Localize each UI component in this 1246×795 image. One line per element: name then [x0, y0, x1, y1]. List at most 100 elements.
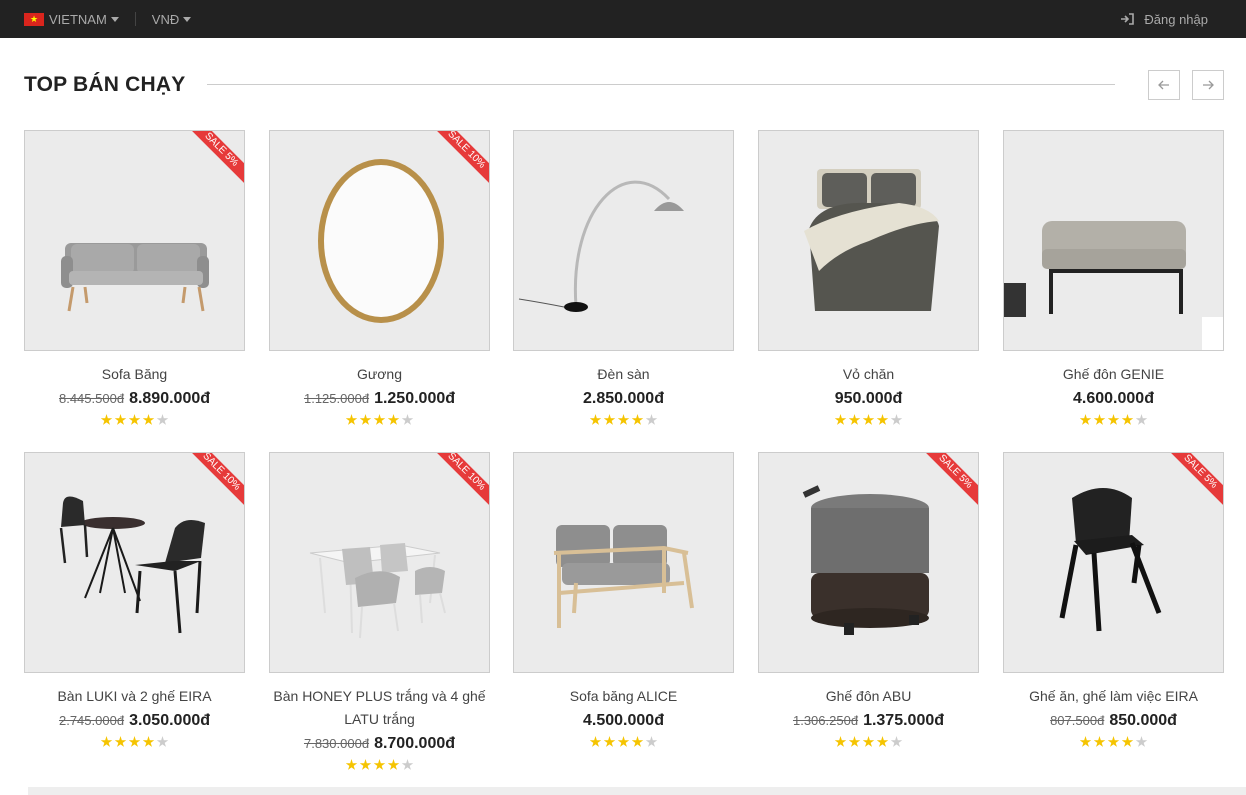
- product-prices: 2.745.000đ 3.050.000đ: [24, 712, 245, 730]
- sale-ribbon: SALE 10%: [429, 453, 489, 513]
- product-name[interactable]: Sofa băng ALICE: [513, 685, 734, 708]
- star-icon: [156, 414, 169, 425]
- sale-ribbon: SALE 5%: [184, 131, 244, 191]
- star-icon: [1079, 414, 1092, 425]
- star-icon: [359, 414, 372, 425]
- product-image[interactable]: [513, 452, 734, 673]
- star-icon: [848, 736, 861, 747]
- product-image[interactable]: SALE 5%: [24, 130, 245, 351]
- product-image[interactable]: [513, 130, 734, 351]
- old-price: 8.445.500đ: [58, 391, 125, 406]
- product-prices: 807.500đ 850.000đ: [1003, 712, 1224, 730]
- caret-down-icon: [110, 16, 119, 22]
- rating-stars: [24, 414, 245, 426]
- product-card[interactable]: SALE 5% Ghế đôn ABU 1.306.250đ 1.375.000đ: [758, 452, 979, 748]
- sale-label: SALE 10%: [429, 453, 489, 509]
- product-image[interactable]: [1003, 130, 1224, 351]
- star-icon: [1121, 736, 1134, 747]
- top-bar: VIETNAM VNĐ Đăng nhập: [0, 0, 1246, 38]
- star-icon: [387, 414, 400, 425]
- star-icon: [617, 414, 630, 425]
- product-name[interactable]: Ghế đôn GENIE: [1003, 363, 1224, 386]
- product-card[interactable]: Sofa băng ALICE 4.500.000đ: [513, 452, 734, 748]
- product-prices: 8.445.500đ 8.890.000đ: [24, 390, 245, 408]
- product-image[interactable]: SALE 10%: [24, 452, 245, 673]
- rating-stars: [269, 759, 490, 771]
- star-icon: [603, 414, 616, 425]
- current-price: 4.600.000đ: [1073, 390, 1154, 407]
- product-name[interactable]: Gương: [269, 363, 490, 386]
- star-icon: [848, 414, 861, 425]
- product-name[interactable]: Ghế ăn, ghế làm việc EIRA: [1003, 685, 1224, 708]
- star-icon: [128, 736, 141, 747]
- product-image[interactable]: SALE 10%: [269, 130, 490, 351]
- sale-label: SALE 5%: [184, 131, 244, 187]
- sign-in-icon: [1121, 13, 1135, 25]
- star-icon: [589, 414, 602, 425]
- currency-selector[interactable]: VNĐ: [152, 12, 192, 27]
- product-name[interactable]: Vỏ chăn: [758, 363, 979, 386]
- star-icon: [373, 759, 386, 770]
- product-name[interactable]: Ghế đôn ABU: [758, 685, 979, 708]
- old-price: 1.125.000đ: [303, 391, 370, 406]
- product-card[interactable]: SALE 10% Bàn HONEY PLUS trắng và 4 ghế LA…: [269, 452, 490, 771]
- product-image[interactable]: SALE 5%: [1003, 452, 1224, 673]
- product-image[interactable]: [758, 130, 979, 351]
- star-icon: [876, 736, 889, 747]
- current-price: 850.000đ: [1109, 712, 1177, 729]
- product-card[interactable]: SALE 5% Ghế ăn, ghế làm việc EIRA 807.500đ…: [1003, 452, 1224, 748]
- star-icon: [128, 414, 141, 425]
- star-icon: [1107, 414, 1120, 425]
- product-name[interactable]: Đèn sàn: [513, 363, 734, 386]
- rating-stars: [1003, 414, 1224, 426]
- sale-label: SALE 10%: [429, 131, 489, 187]
- star-icon: [589, 736, 602, 747]
- star-icon: [890, 414, 903, 425]
- login-label: Đăng nhập: [1144, 11, 1208, 27]
- product-prices: 4.500.000đ: [513, 712, 734, 730]
- carousel-next-button[interactable]: [1192, 70, 1224, 100]
- rating-stars: [758, 414, 979, 426]
- sale-label: SALE 10%: [184, 453, 244, 509]
- star-icon: [345, 759, 358, 770]
- login-link[interactable]: Đăng nhập: [1120, 12, 1208, 27]
- current-price: 4.500.000đ: [583, 712, 664, 729]
- star-icon: [862, 414, 875, 425]
- product-card[interactable]: SALE 5% Sofa Băng 8.445.500đ 8.890.000đ: [24, 130, 245, 426]
- star-icon: [862, 736, 875, 747]
- product-name[interactable]: Bàn LUKI và 2 ghế EIRA: [24, 685, 245, 708]
- star-icon: [100, 414, 113, 425]
- star-icon: [834, 414, 847, 425]
- product-card[interactable]: Ghế đôn GENIE 4.600.000đ: [1003, 130, 1224, 426]
- rating-stars: [1003, 736, 1224, 748]
- current-price: 3.050.000đ: [129, 712, 211, 729]
- product-card[interactable]: SALE 10% Gương 1.125.000đ 1.250.000đ: [269, 130, 490, 426]
- product-card[interactable]: Vỏ chăn 950.000đ: [758, 130, 979, 426]
- product-card[interactable]: Đèn sàn 2.850.000đ: [513, 130, 734, 426]
- product-name[interactable]: Sofa Băng: [24, 363, 245, 386]
- arc-floor-lamp-image: [518, 180, 684, 312]
- sale-ribbon: SALE 5%: [918, 453, 978, 513]
- product-card[interactable]: SALE 10% Bàn LUKI và 2 ghế EIRA 2.745.000đ…: [24, 452, 245, 748]
- current-price: 1.250.000đ: [374, 390, 456, 407]
- star-icon: [834, 736, 847, 747]
- rating-stars: [513, 414, 734, 426]
- old-price: 2.745.000đ: [58, 713, 125, 728]
- section-header: TOP BÁN CHẠY: [24, 70, 1224, 100]
- product-image[interactable]: SALE 5%: [758, 452, 979, 673]
- country-selector[interactable]: VIETNAM: [24, 12, 119, 27]
- carousel-prev-button[interactable]: [1148, 70, 1180, 100]
- old-price: 807.500đ: [1050, 713, 1105, 728]
- current-price: 950.000đ: [834, 390, 903, 407]
- product-image[interactable]: SALE 10%: [269, 452, 490, 673]
- product-prices: 1.306.250đ 1.375.000đ: [758, 712, 979, 730]
- star-icon: [631, 736, 644, 747]
- product-name[interactable]: Bàn HONEY PLUS trắng và 4 ghế LATU trắng: [269, 685, 490, 731]
- product-prices: 4.600.000đ: [1003, 390, 1224, 408]
- star-icon: [645, 414, 658, 425]
- star-icon: [1135, 736, 1148, 747]
- rating-stars: [24, 736, 245, 748]
- star-icon: [1093, 414, 1106, 425]
- wood-sofa-image: [553, 525, 694, 628]
- scrollbar-track[interactable]: [28, 787, 1246, 795]
